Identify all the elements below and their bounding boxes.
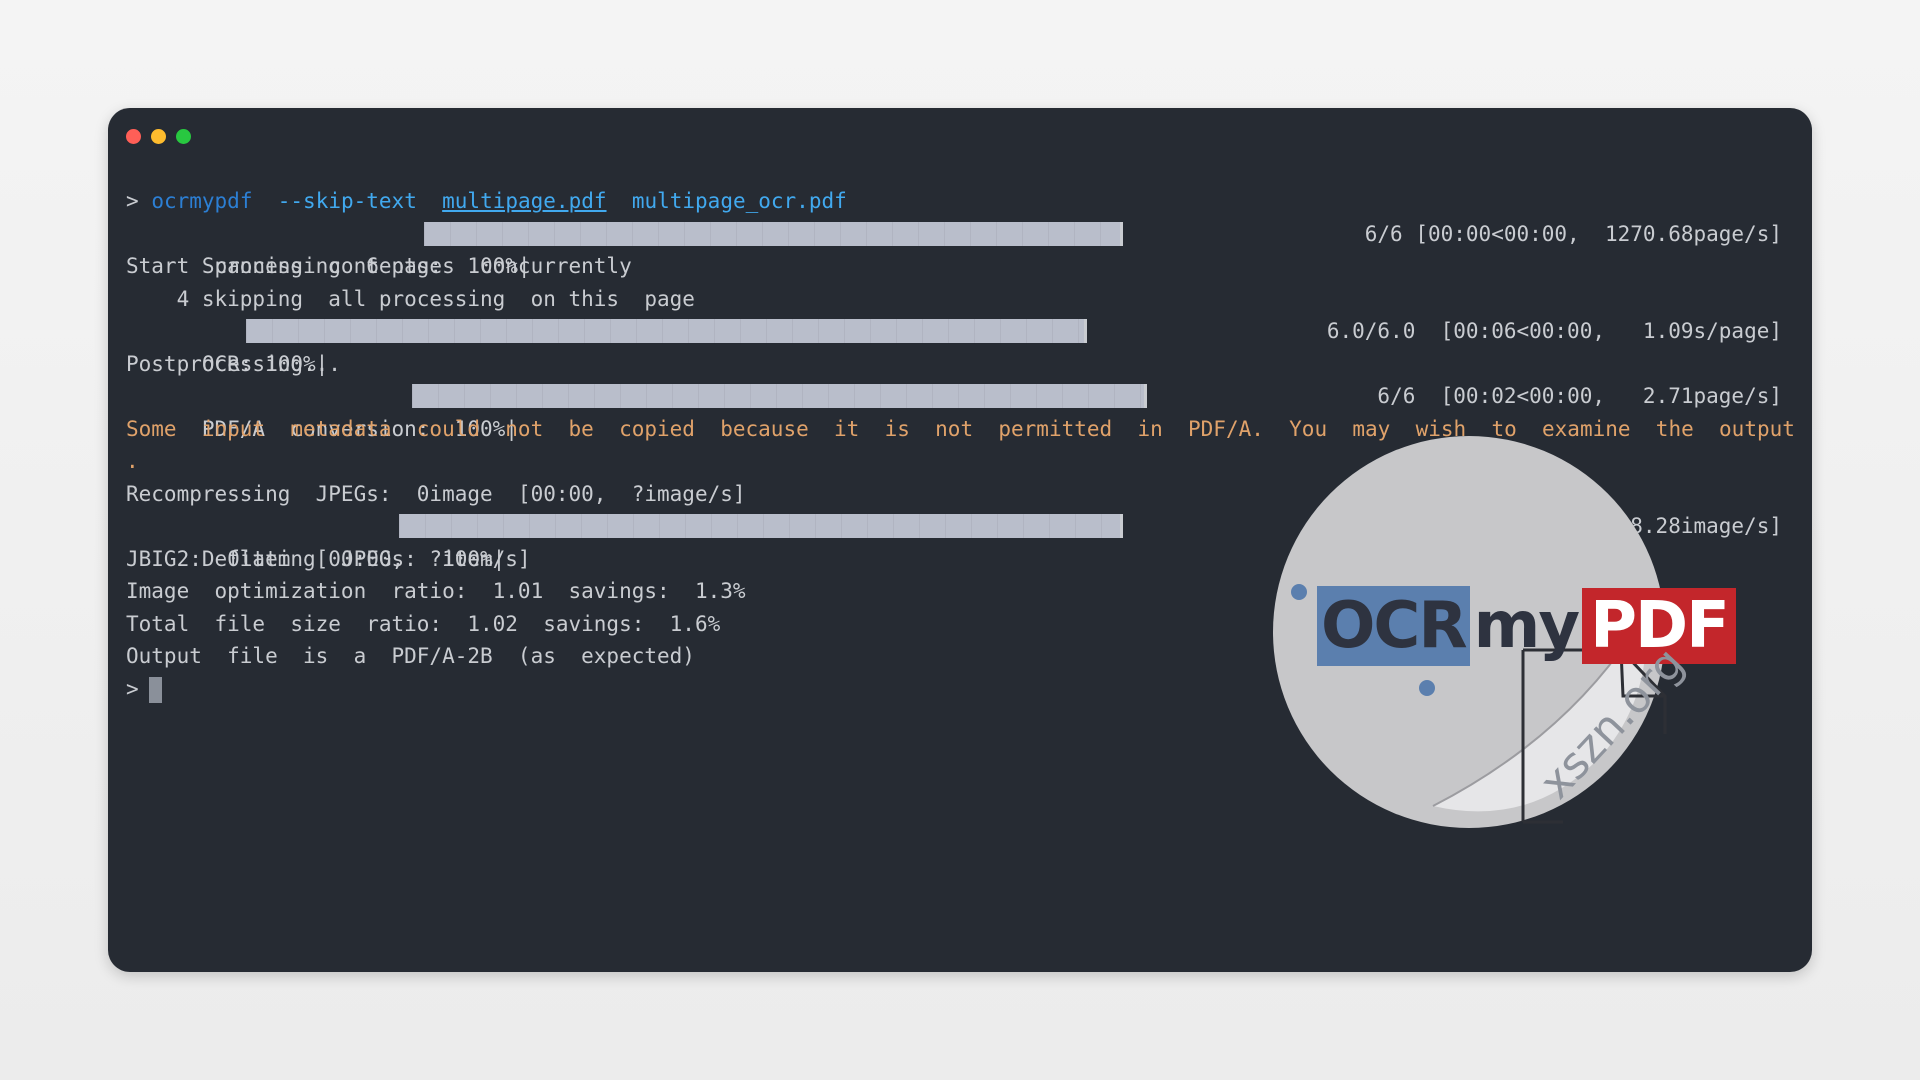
command-line: > ocrmypdf --skip-text multipage.pdf mul… [126,185,1782,218]
logo-my-text: my [1473,589,1580,663]
start-processing-line: Start processing 6 pages concurrently [126,254,632,278]
deflate-progress-bar [399,514,1123,538]
prompt-symbol: > [126,189,139,213]
logo-ocr-text: OCR [1317,586,1470,666]
terminal-cursor[interactable] [148,676,162,703]
window-controls [126,129,191,144]
command-flag: --skip-text [277,189,417,213]
pdfa-progress-bar [412,384,1147,408]
command-program: ocrmypdf [151,189,253,213]
skipping-line: 4 skipping all processing on this page [126,286,695,311]
minimize-window-button[interactable] [151,129,166,144]
output-file-arg: multipage_ocr.pdf [631,189,847,213]
close-window-button[interactable] [126,129,141,144]
scan-progress-line: Scanning contents: 100%| 6/6 [00:00<00:0… [126,218,1782,278]
input-file-link[interactable]: multipage.pdf [442,189,606,213]
pdfa-progress-stats: 6/6 [00:02<00:00, 2.71page/s] [1377,384,1782,408]
ocr-progress-stats: 6.0/6.0 [00:06<00:00, 1.09s/page] [1326,319,1782,343]
postprocessing-line: Postprocessing... [126,351,341,376]
final-prompt-symbol: > [126,676,139,701]
ocr-progress-bar [246,319,1087,343]
scan-progress-stats: 6/6 [00:00<00:00, 1270.68page/s] [1364,221,1782,246]
ocrmypdf-logo: OCR my PDF [1273,434,1736,834]
pdfa-progress-line: PDF/A conversion: 100%| 6/6 [00:02<00:00… [126,380,1782,441]
scan-progress-bar [424,221,1123,246]
ocr-progress-line: OCR: 100%| 6.0/6.0 [00:06<00:00, 1.09s/p… [126,315,1782,376]
maximize-window-button[interactable] [176,129,191,144]
